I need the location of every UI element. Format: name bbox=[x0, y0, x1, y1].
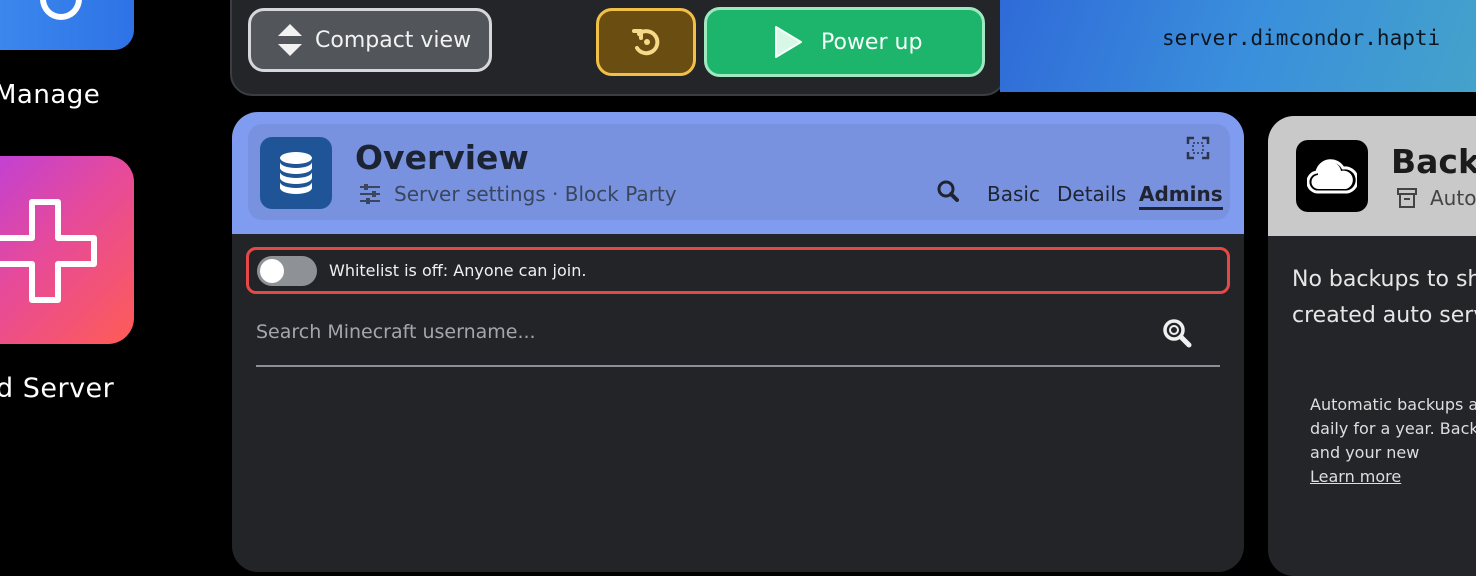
server-address[interactable]: server.dimcondor.hapti bbox=[1162, 26, 1440, 50]
toggle-knob bbox=[260, 258, 284, 283]
tab-admins[interactable]: Admins bbox=[1139, 182, 1223, 210]
backups-subtitle-text: Auto bbox=[1430, 186, 1476, 210]
add-server-label: d Server bbox=[0, 373, 115, 404]
overview-subtitle: Server settings · Block Party bbox=[358, 182, 677, 206]
tab-search-icon[interactable] bbox=[937, 180, 959, 202]
whitelist-status: Whitelist is off: Anyone can join. bbox=[329, 261, 587, 280]
overview-header: Overview Server settings · Block Party B… bbox=[232, 112, 1244, 234]
backups-card: Back Auto No backups to sh are created a… bbox=[1268, 116, 1476, 576]
overview-subtitle-text: Server settings · Block Party bbox=[394, 182, 677, 206]
play-icon bbox=[775, 26, 802, 58]
tab-basic[interactable]: Basic bbox=[987, 182, 1040, 206]
backups-title: Back bbox=[1391, 142, 1476, 181]
whitelist-row: Whitelist is off: Anyone can join. bbox=[246, 247, 1230, 294]
expand-icon[interactable] bbox=[1186, 136, 1210, 160]
overview-card: Overview Server settings · Block Party B… bbox=[232, 112, 1244, 572]
learn-more-link[interactable]: Learn more bbox=[1310, 467, 1401, 486]
power-up-button[interactable]: Power up bbox=[704, 7, 985, 77]
database-tile bbox=[260, 137, 332, 209]
search-underline bbox=[256, 365, 1220, 367]
backups-header: Back Auto bbox=[1268, 116, 1476, 236]
tab-details[interactable]: Details bbox=[1057, 182, 1126, 206]
archive-icon bbox=[1397, 188, 1417, 208]
plus-icon bbox=[0, 199, 97, 303]
manage-label: Manage bbox=[0, 80, 101, 110]
cloud-tile bbox=[1296, 140, 1368, 212]
database-icon bbox=[280, 152, 312, 194]
cloud-icon bbox=[1307, 159, 1357, 194]
backups-note-text: Automatic backups a days, then daily for… bbox=[1310, 395, 1476, 462]
search-icon[interactable] bbox=[1162, 318, 1192, 348]
backups-note: Automatic backups a days, then daily for… bbox=[1310, 393, 1476, 489]
restart-icon bbox=[632, 29, 660, 56]
backups-empty-message: No backups to sh are created auto server… bbox=[1292, 267, 1476, 328]
overview-title: Overview bbox=[355, 138, 529, 177]
compact-view-label: Compact view bbox=[315, 27, 472, 53]
restart-button[interactable] bbox=[596, 8, 696, 76]
sliders-icon bbox=[360, 184, 380, 204]
whitelist-toggle[interactable] bbox=[257, 255, 317, 286]
compact-view-button[interactable]: Compact view bbox=[248, 8, 492, 72]
backups-subtitle: Auto bbox=[1396, 186, 1476, 210]
power-up-label: Power up bbox=[821, 29, 923, 55]
username-search-input[interactable]: Search Minecraft username... bbox=[256, 321, 536, 343]
compact-view-icon bbox=[278, 24, 302, 56]
